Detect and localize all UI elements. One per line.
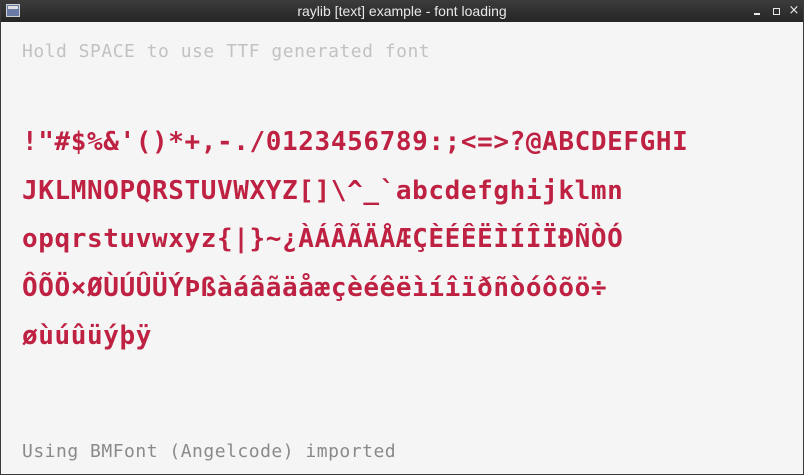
maximize-icon — [773, 8, 780, 15]
window-title: raylib [text] example - font loading — [297, 3, 507, 19]
glyph-line: opqrstuvwxyz{|}~¿ÀÁÂÃÄÅÆÇÈÉÊËÌÍÎÏÐÑÒÓ — [22, 224, 624, 254]
glyph-line: !"#$%&'()*+,-./0123456789:;<=>?@ABCDEFGH… — [22, 127, 689, 157]
space-hint-text: Hold SPACE to use TTF generated font — [22, 41, 431, 62]
maximize-button[interactable] — [768, 3, 784, 19]
font-status-text: Using BMFont (Angelcode) imported — [22, 441, 397, 462]
glyph-line: ÔÕÖ×ØÙÚÛÜÝÞßàáâãäåæçèéêëìíîïðñòóôõö÷ — [22, 272, 608, 303]
glyph-line: øùúûüýþÿ — [22, 321, 153, 351]
app-window: raylib [text] example - font loading × H… — [0, 0, 804, 475]
close-icon: × — [788, 3, 800, 18]
close-button[interactable]: × — [786, 3, 802, 19]
minimize-button[interactable] — [749, 3, 765, 19]
minimize-icon — [754, 13, 760, 15]
glyph-line: JKLMNOPQRSTUVWXYZ[]\^_`abcdefghijklmn — [22, 175, 624, 206]
font-glyph-sample: !"#$%&'()*+,-./0123456789:;<=>?@ABCDEFGH… — [22, 118, 782, 361]
title-bar[interactable]: raylib [text] example - font loading × — [1, 0, 803, 22]
